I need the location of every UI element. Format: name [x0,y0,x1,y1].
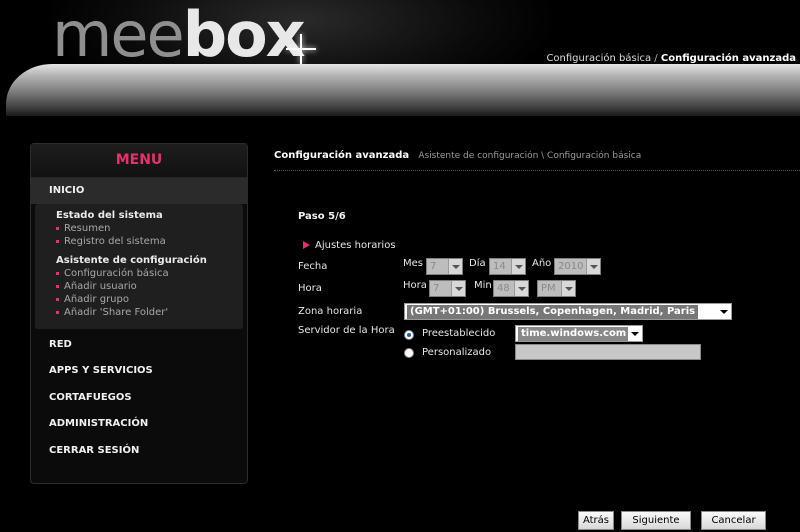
breadcrumb-trail[interactable]: Asistente de configuración \ Configuraci… [418,151,641,161]
chevron-down-icon [451,281,465,296]
triangle-bullet-icon [303,241,310,249]
menu-item-apps[interactable]: APPS Y SERVICIOS [31,358,247,384]
hora-sub-label: Hora [403,280,427,291]
fecha-label: Fecha [298,261,328,272]
section-heading: Ajustes horarios [303,240,396,251]
submenu-item-config-basica[interactable]: Configuración básica [56,267,243,280]
header-swoosh [6,64,800,116]
back-button[interactable]: Atrás [578,511,614,530]
nav-advanced-config-link[interactable]: Configuración avanzada [661,53,796,64]
anio-select[interactable]: 2010 [554,258,601,275]
chevron-down-icon [586,259,600,274]
chevron-down-icon [514,281,528,296]
chevron-down-icon [561,281,575,296]
custom-server-input[interactable] [515,344,701,360]
dia-select[interactable]: 14 [489,258,526,275]
sparkle-icon [286,34,316,64]
top-nav: Configuración básica / Configuración ava… [546,53,796,64]
submenu-item-registro[interactable]: Registro del sistema [56,235,243,248]
min-label: Min [474,280,492,291]
preset-server-label: Preestablecido [422,328,496,339]
custom-server-radio[interactable] [404,348,414,358]
breadcrumb-current: Configuración avanzada [274,150,410,161]
mes-label: Mes [403,258,423,269]
zona-label: Zona horaria [298,306,363,317]
timezone-select[interactable]: (GMT+01:00) Brussels, Copenhagen, Madrid… [404,303,732,320]
preset-server-select[interactable]: time.windows.com [515,325,643,342]
menu-item-cerrar-sesion[interactable]: CERRAR SESIÓN [31,438,247,464]
chevron-down-icon [511,259,525,274]
submenu-item-anadir-usuario[interactable]: Añadir usuario [56,280,243,293]
submenu-group-estado: Estado del sistema [56,210,163,221]
cancel-button[interactable]: Cancelar [701,511,766,530]
hora-select[interactable]: 7 [429,280,466,297]
menu-item-red[interactable]: RED [31,332,247,358]
breadcrumb: Configuración avanzada Asistente de conf… [274,150,641,161]
menu-item-inicio[interactable]: INICIO [31,178,247,204]
menu-item-cortafuegos[interactable]: CORTAFUEGOS [31,385,247,411]
custom-server-label: Personalizado [422,347,492,358]
chevron-down-icon [628,326,642,341]
preset-server-radio[interactable] [404,330,414,340]
anio-label: Año [532,258,552,269]
dia-label: Día [469,258,486,269]
chevron-down-icon [717,304,731,319]
servidor-label: Servidor de la Hora [298,325,395,336]
menu-item-administracion[interactable]: ADMINISTRACIÓN [31,411,247,437]
submenu-item-resumen[interactable]: Resumen [56,222,243,235]
hora-label: Hora [298,283,322,294]
submenu-item-anadir-grupo[interactable]: Añadir grupo [56,293,243,306]
sidebar-menu: MENU INICIO Estado del sistema Resumen R… [30,143,248,484]
chevron-down-icon [448,259,462,274]
next-button[interactable]: Siguiente [621,511,691,530]
nav-basic-config-link[interactable]: Configuración básica [546,53,651,64]
meebox-logo: meebox [52,0,306,71]
submenu-inicio: Estado del sistema Resumen Registro del … [35,204,243,329]
submenu-item-anadir-share[interactable]: Añadir 'Share Folder' [56,306,243,319]
mes-select[interactable]: 7 [426,258,463,275]
menu-sections: RED APPS Y SERVICIOS CORTAFUEGOS ADMINIS… [31,332,247,464]
min-select[interactable]: 48 [493,280,529,297]
submenu-group-asistente: Asistente de configuración [56,255,207,266]
menu-title: MENU [31,144,247,178]
divider [274,170,800,171]
step-indicator: Paso 5/6 [298,211,346,222]
ampm-select[interactable]: PM [537,280,576,297]
header: meebox Configuración básica / Configurac… [0,0,800,118]
